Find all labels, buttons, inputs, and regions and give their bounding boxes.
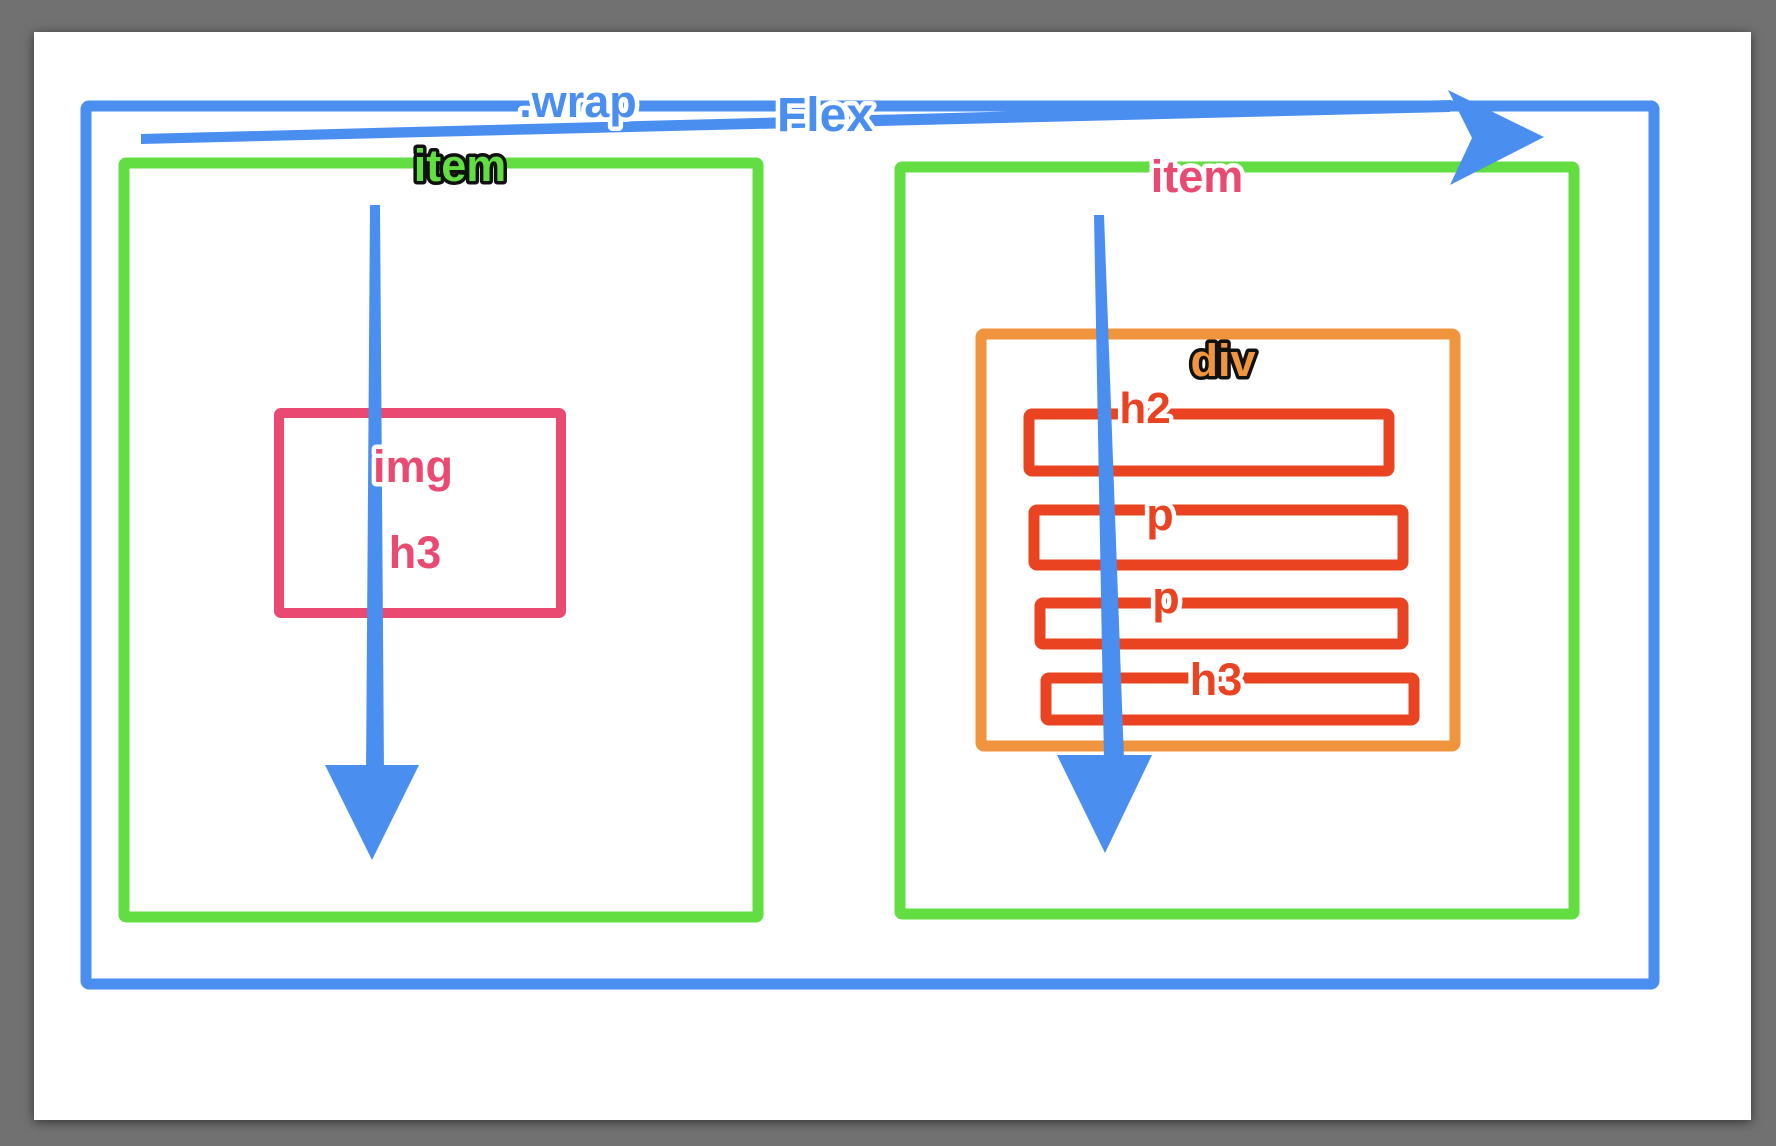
p-label-2: p: [1152, 572, 1180, 623]
h2-label: h2: [1119, 384, 1170, 433]
h3-label-right: h3: [1190, 654, 1243, 705]
item-box-right: [894, 161, 1580, 920]
item-label-left: item: [414, 140, 507, 191]
diagram-canvas: .wrap Flex item item img h3 div h2 p p h…: [0, 0, 1776, 1146]
h2-box: [1023, 408, 1395, 477]
img-label: img: [373, 441, 453, 492]
wrap-label: .wrap: [519, 76, 637, 127]
div-label: div: [1190, 335, 1255, 386]
item-label-right: item: [1151, 151, 1244, 202]
wrap-container-box: [80, 100, 1660, 990]
p-box-2: [1034, 597, 1409, 650]
flex-layout-diagram: .wrap Flex item item img h3 div h2 p p h…: [80, 72, 1660, 990]
p-label-1: p: [1146, 489, 1174, 540]
arrow-down-icon: [1057, 215, 1152, 853]
p-box-1: [1028, 504, 1409, 571]
h3-label-left: h3: [389, 527, 442, 578]
flex-label: Flex: [777, 89, 873, 142]
